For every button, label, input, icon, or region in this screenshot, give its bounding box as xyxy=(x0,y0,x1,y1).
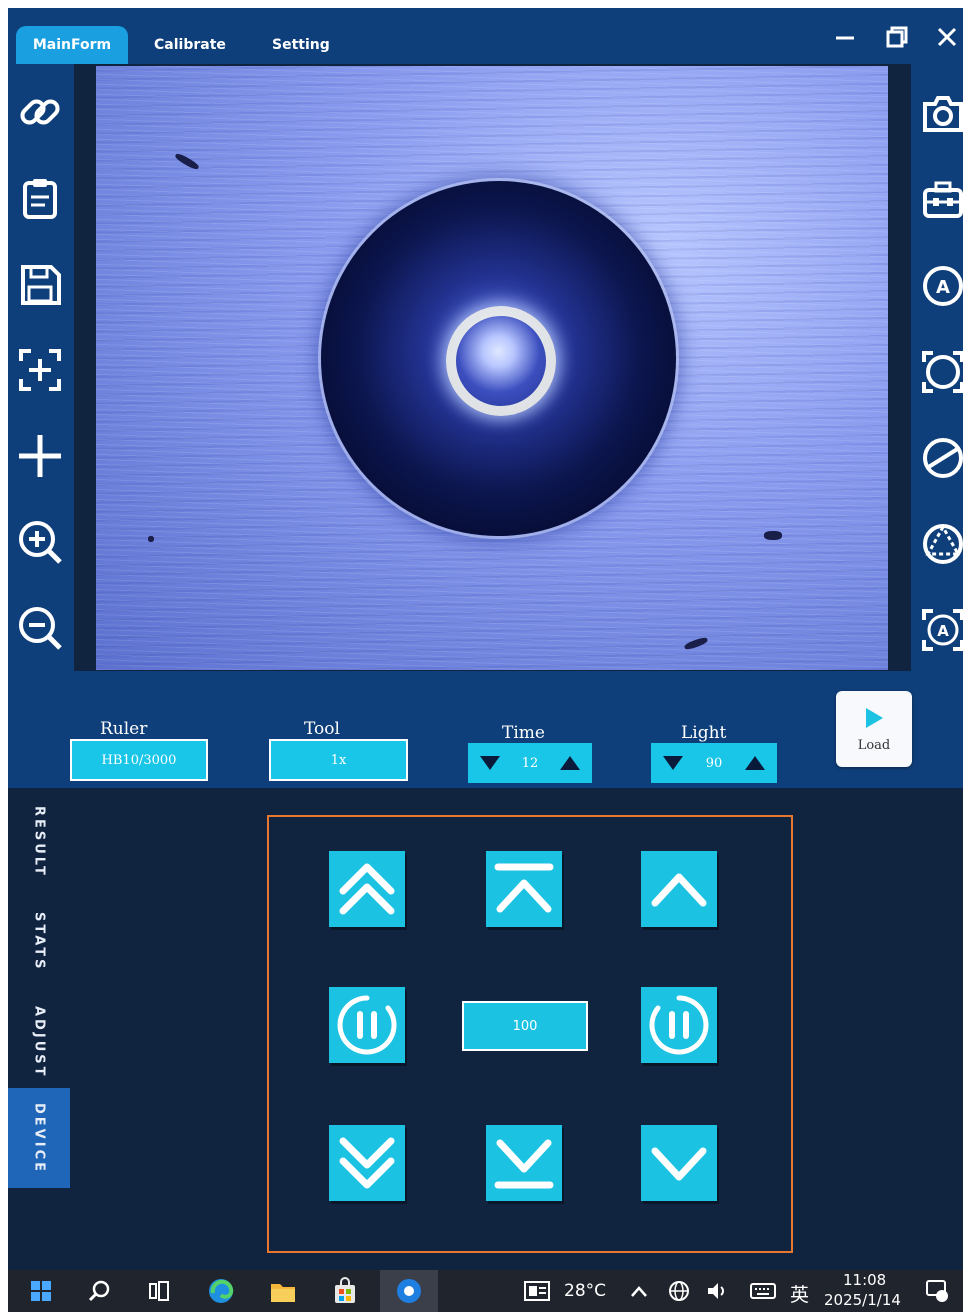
device-panel: RESULT STATS ADJUST DEVICE 100 xyxy=(8,788,963,1270)
tab-result[interactable]: RESULT xyxy=(8,806,70,878)
tab-stats-label: STATS xyxy=(31,912,47,972)
search-icon[interactable] xyxy=(82,1276,116,1306)
circle-diameter-icon[interactable] xyxy=(917,432,963,484)
down-icon[interactable] xyxy=(641,1125,717,1201)
tab-adjust-label: ADJUST xyxy=(31,1005,47,1079)
zoom-out-icon[interactable] xyxy=(14,602,66,654)
play-icon xyxy=(866,707,883,728)
surface-speck xyxy=(764,531,782,540)
app-taskbar-button[interactable] xyxy=(380,1270,438,1312)
light-label: Light xyxy=(681,723,727,743)
surface-speck xyxy=(173,151,201,172)
load-label: Load xyxy=(857,737,891,753)
load-button[interactable]: Load xyxy=(836,691,912,767)
close-icon[interactable] xyxy=(930,20,963,54)
time-value[interactable]: 12 xyxy=(522,756,539,771)
taskbar: 28°C 英 11:08 2025/1/14 xyxy=(8,1270,963,1312)
tab-calibrate[interactable]: Calibrate xyxy=(134,26,246,64)
auto-frame-icon[interactable]: A xyxy=(917,604,963,656)
store-icon[interactable] xyxy=(328,1276,362,1306)
light-increase-icon[interactable] xyxy=(744,756,765,770)
keyboard-icon[interactable] xyxy=(746,1276,780,1306)
light-stepper: 90 xyxy=(651,743,777,783)
light-value[interactable]: 90 xyxy=(706,756,723,771)
fast-down-icon[interactable] xyxy=(329,1125,405,1201)
clipboard-icon[interactable] xyxy=(14,172,66,224)
tool-label: Tool xyxy=(304,719,340,739)
ruler-select[interactable]: HB10/3000 xyxy=(70,739,208,781)
indentation-reflection xyxy=(446,306,556,416)
network-icon[interactable] xyxy=(662,1276,696,1306)
minimize-icon[interactable] xyxy=(828,20,862,54)
circle-select-icon[interactable] xyxy=(917,346,963,398)
tab-adjust[interactable]: ADJUST xyxy=(8,1006,70,1078)
rotate-left-icon[interactable] xyxy=(329,987,405,1063)
rotate-right-icon[interactable] xyxy=(641,987,717,1063)
weather-temperature[interactable]: 28°C xyxy=(564,1281,606,1301)
toolbox-icon[interactable] xyxy=(917,174,963,226)
camera-icon[interactable] xyxy=(917,88,963,140)
right-toolbar: A A xyxy=(911,64,963,671)
left-toolbar xyxy=(8,64,74,671)
chevron-up-icon[interactable] xyxy=(622,1276,656,1306)
tool-select[interactable]: 1x xyxy=(269,739,408,781)
tab-stats[interactable]: STATS xyxy=(8,906,70,978)
time-label: Time xyxy=(502,723,545,743)
up-to-top-icon[interactable] xyxy=(486,851,562,927)
up-icon[interactable] xyxy=(641,851,717,927)
tab-device-label: DEVICE xyxy=(31,1102,47,1174)
app-window: MainForm Calibrate Setting A A Ruler HB1… xyxy=(8,8,963,1270)
light-decrease-icon[interactable] xyxy=(663,756,683,770)
hardness-indentation xyxy=(321,181,676,536)
surface-speck xyxy=(683,636,709,651)
down-to-bottom-icon[interactable] xyxy=(486,1125,562,1201)
file-explorer-icon[interactable] xyxy=(266,1276,300,1306)
camera-view[interactable] xyxy=(96,66,888,670)
time-decrease-icon[interactable] xyxy=(480,756,500,770)
clock-date[interactable]: 2025/1/14 xyxy=(824,1291,901,1309)
widgets-icon[interactable] xyxy=(520,1276,554,1306)
auto-measure-icon[interactable]: A xyxy=(917,260,963,312)
edge-browser-icon[interactable] xyxy=(204,1276,238,1306)
time-stepper: 12 xyxy=(468,743,592,783)
step-input[interactable]: 100 xyxy=(462,1001,588,1051)
clock-time[interactable]: 11:08 xyxy=(843,1271,886,1289)
time-increase-icon[interactable] xyxy=(559,756,580,770)
crosshair-plus-icon[interactable] xyxy=(14,430,66,482)
svg-text:A: A xyxy=(937,622,949,640)
fit-crosshair-icon[interactable] xyxy=(14,344,66,396)
tab-setting[interactable]: Setting xyxy=(252,26,350,64)
control-panel: Ruler HB10/3000 Tool 1x Time 12 Light 90… xyxy=(8,671,963,788)
restore-icon[interactable] xyxy=(880,20,914,54)
tab-device[interactable]: DEVICE xyxy=(8,1088,70,1188)
start-icon[interactable] xyxy=(24,1276,58,1306)
ruler-label: Ruler xyxy=(100,719,148,739)
ime-indicator[interactable]: 英 xyxy=(790,1280,809,1307)
link-icon[interactable] xyxy=(14,86,66,138)
fast-up-icon[interactable] xyxy=(329,851,405,927)
notification-icon[interactable] xyxy=(920,1276,954,1306)
svg-text:A: A xyxy=(936,277,950,298)
motion-control-frame: 100 xyxy=(267,815,793,1253)
tab-result-label: RESULT xyxy=(31,806,47,878)
circle-three-point-icon[interactable] xyxy=(917,518,963,570)
save-icon[interactable] xyxy=(14,258,66,310)
zoom-in-icon[interactable] xyxy=(14,516,66,568)
tab-mainform[interactable]: MainForm xyxy=(16,26,128,64)
surface-speck xyxy=(148,536,154,542)
title-bar: MainForm Calibrate Setting xyxy=(8,8,963,64)
task-view-icon[interactable] xyxy=(142,1276,176,1306)
volume-icon[interactable] xyxy=(700,1276,734,1306)
